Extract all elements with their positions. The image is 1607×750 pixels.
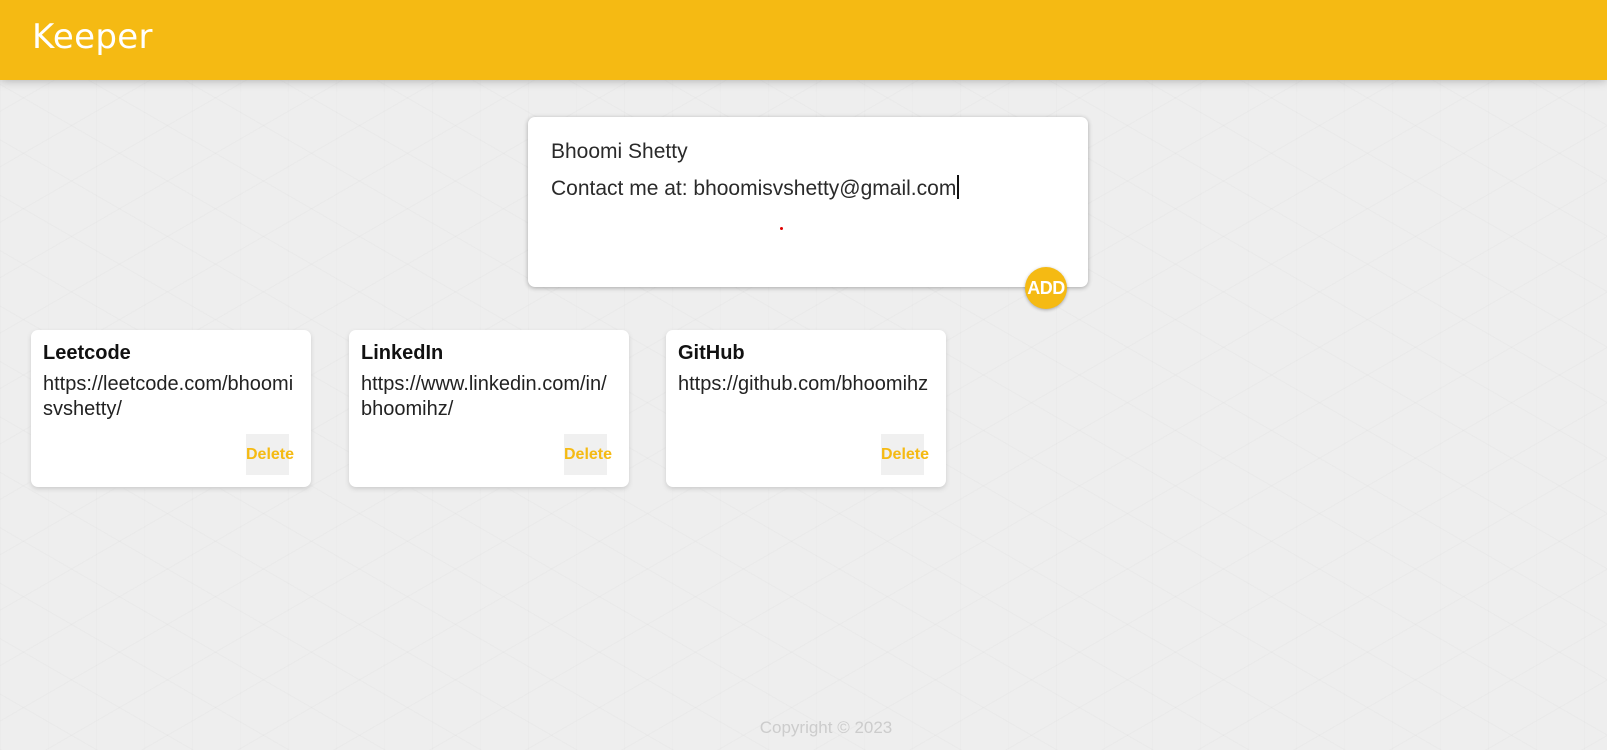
note-title: Leetcode [43, 342, 131, 364]
app-header: Keeper [0, 0, 1607, 80]
note-card: LinkedIn https://www.linkedin.com/in/bho… [349, 330, 629, 487]
delete-button[interactable]: Delete [881, 434, 929, 475]
note-card: GitHub https://github.com/bhoomihz Delet… [666, 330, 946, 487]
delete-button[interactable]: Delete [564, 434, 612, 475]
note-content-text: Contact me at: bhoomisvshetty@gmail.com [551, 177, 957, 200]
text-cursor [957, 175, 959, 199]
note-content: https://github.com/bhoomihz [678, 373, 929, 395]
delete-button[interactable]: Delete [246, 434, 294, 475]
red-dot-mark [780, 227, 783, 230]
add-button[interactable]: ADD [1025, 267, 1067, 309]
note-content: https://www.linkedin.com/in/bhoomihz/ [361, 373, 607, 420]
note-card: Leetcode https://leetcode.com/bhoomisvsh… [31, 330, 311, 487]
note-title-input[interactable]: Bhoomi Shetty [551, 138, 688, 166]
app-logo-title: Keeper [32, 17, 153, 57]
note-content: https://leetcode.com/bhoomisvshetty/ [43, 373, 294, 420]
page-footer: Copyright © 2023 [0, 717, 1607, 739]
create-note-form: Bhoomi Shetty Contact me at: bhoomisvshe… [528, 117, 1088, 309]
copyright-text: Copyright © 2023 [759, 718, 893, 737]
note-title: GitHub [678, 342, 745, 364]
note-title: LinkedIn [361, 342, 444, 364]
note-content-textarea[interactable]: Contact me at: bhoomisvshetty@gmail.com [551, 175, 959, 203]
